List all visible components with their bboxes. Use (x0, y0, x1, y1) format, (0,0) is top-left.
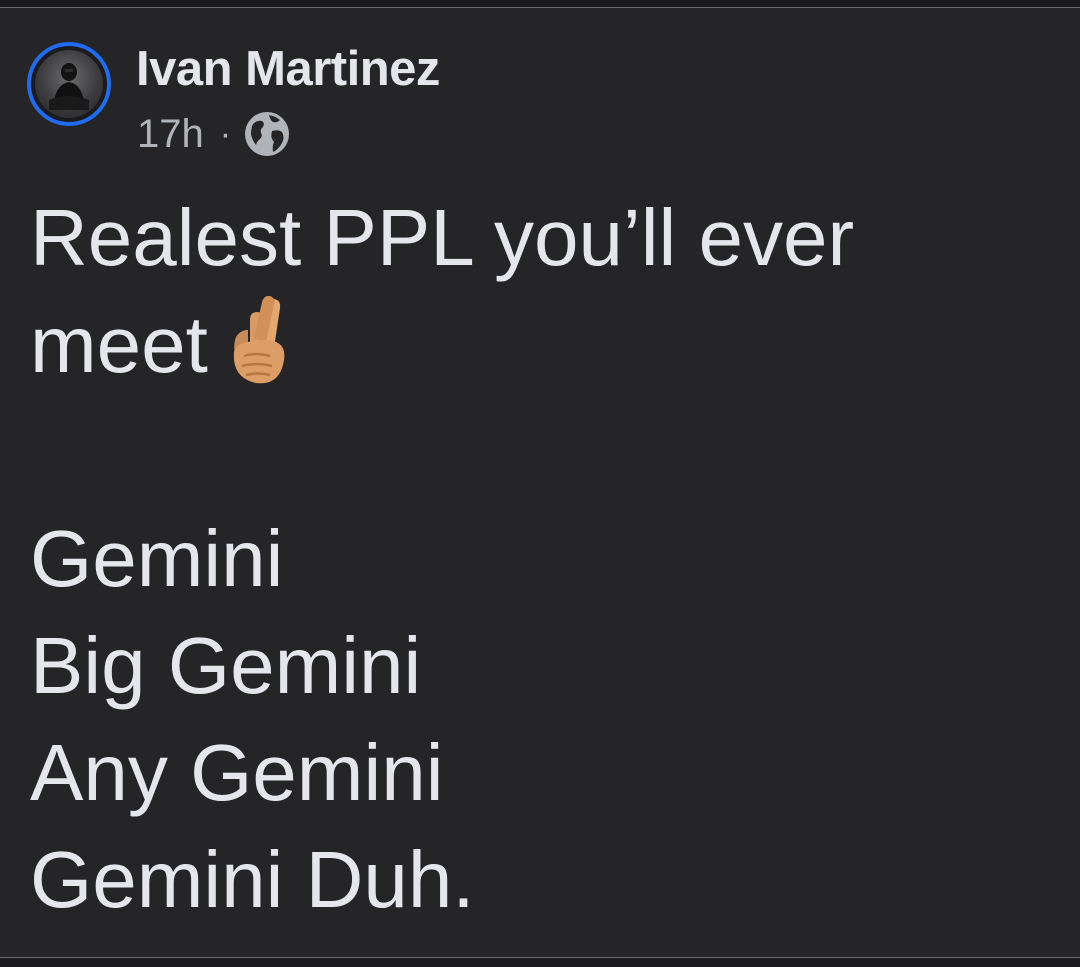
facebook-post: Ivan Martinez 17h · Realest PPL you’ll e… (0, 9, 1080, 957)
body-line-2-text: meet (30, 300, 208, 389)
list-item: Gemini Duh. (30, 835, 475, 924)
list-item: Any Gemini (30, 728, 444, 817)
author-avatar[interactable] (27, 42, 111, 126)
post-body: Realest PPL you’ll ever meet Gemini Big … (30, 184, 1060, 933)
list-item: Gemini (30, 514, 284, 603)
crossed-fingers-emoji-icon (226, 294, 292, 386)
avatar-photo (35, 50, 103, 118)
bottom-divider (0, 957, 1080, 967)
top-divider (0, 0, 1080, 8)
body-line-1: Realest PPL you’ll ever (30, 193, 855, 282)
post-meta: 17h · (137, 109, 291, 159)
post-timestamp[interactable]: 17h (137, 114, 204, 154)
list-item: Big Gemini (30, 621, 422, 710)
body-line-2: meet (30, 291, 1060, 398)
author-name[interactable]: Ivan Martinez (136, 45, 440, 94)
meta-separator: · (219, 115, 232, 153)
globe-icon[interactable] (243, 110, 291, 158)
